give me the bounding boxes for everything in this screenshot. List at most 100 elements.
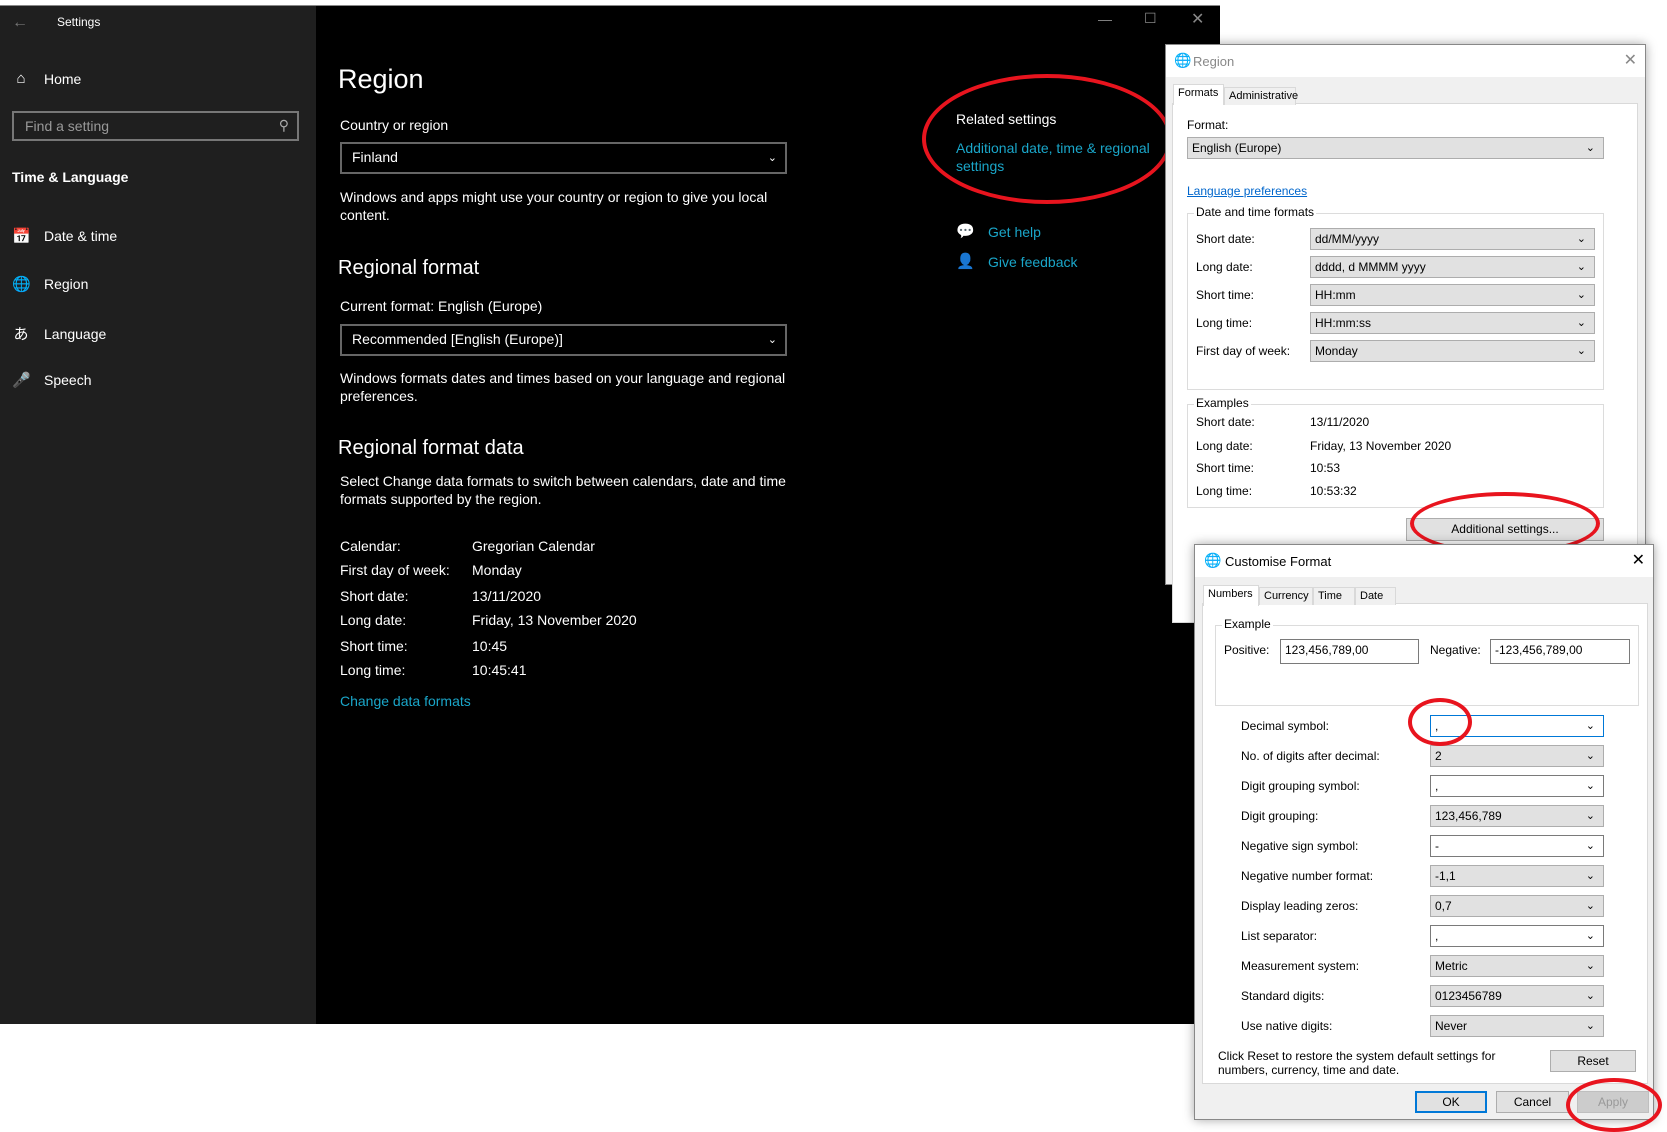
chevron-down-icon: ⌄ — [1585, 960, 1595, 972]
sidebar-item-date-time[interactable]: 📅 Date & time — [12, 227, 117, 245]
date-format-dropdown[interactable]: dddd, d MMMM yyyy ⌄ — [1310, 256, 1595, 278]
dropdown-value: Never — [1435, 1019, 1468, 1033]
sidebar-item-region[interactable]: 🌐 Region — [12, 275, 88, 293]
number-setting-dropdown[interactable]: -1,1 ⌄ — [1430, 865, 1604, 887]
number-setting-dropdown[interactable]: , ⌄ — [1430, 925, 1604, 947]
change-data-formats-link[interactable]: Change data formats — [340, 693, 471, 709]
dropdown-value: Monday — [1315, 344, 1358, 358]
date-format-dropdown[interactable]: dd/MM/yyyy ⌄ — [1310, 228, 1595, 250]
dropdown-value: 123,456,789 — [1435, 809, 1502, 823]
dropdown-value: HH:mm:ss — [1315, 316, 1371, 330]
number-setting-dropdown[interactable]: , ⌄ — [1430, 775, 1604, 797]
sidebar-item-speech[interactable]: 🎤 Speech — [12, 371, 91, 389]
group-label: Examples — [1194, 396, 1251, 410]
dropdown-value: 0,7 — [1435, 899, 1452, 913]
number-setting-dropdown[interactable]: - ⌄ — [1430, 835, 1604, 857]
date-format-label: Short date: — [1196, 232, 1255, 246]
number-setting-label: No. of digits after decimal: — [1241, 749, 1380, 763]
dropdown-value: 2 — [1435, 749, 1442, 763]
close-button[interactable]: ✕ — [1191, 9, 1204, 29]
example-label: Long time: — [1196, 484, 1253, 498]
microphone-icon: 🎤 — [12, 372, 31, 389]
dropdown-value: dd/MM/yyyy — [1315, 232, 1380, 246]
nav-label: Date & time — [44, 228, 118, 244]
sidebar-item-home[interactable]: ⌂ Home — [12, 70, 81, 87]
chevron-down-icon: ⌄ — [1585, 142, 1595, 154]
feedback-icon: 👤 — [956, 253, 975, 270]
date-format-label: Short time: — [1196, 288, 1255, 302]
chevron-down-icon: ⌄ — [1585, 870, 1595, 882]
minimize-button[interactable]: — — [1098, 11, 1112, 27]
chevron-down-icon: ⌄ — [767, 152, 777, 164]
number-setting-label: Use native digits: — [1241, 1019, 1333, 1033]
tab-formats[interactable]: Formats — [1173, 84, 1224, 105]
tab-numbers[interactable]: Numbers — [1203, 585, 1259, 606]
chevron-down-icon: ⌄ — [1576, 317, 1586, 329]
number-setting-label: Decimal symbol: — [1241, 719, 1330, 733]
number-setting-dropdown[interactable]: 123,456,789 ⌄ — [1430, 805, 1604, 827]
home-icon: ⌂ — [16, 70, 26, 87]
back-arrow-icon[interactable]: ← — [12, 14, 28, 32]
format-data-key: First day of week: — [340, 562, 450, 578]
chevron-down-icon: ⌄ — [1576, 261, 1586, 273]
tab-administrative[interactable]: Administrative — [1224, 87, 1298, 105]
reset-button[interactable]: Reset — [1550, 1050, 1636, 1072]
number-setting-dropdown[interactable]: 0123456789 ⌄ — [1430, 985, 1604, 1007]
country-label: Country or region — [340, 117, 449, 133]
number-setting-dropdown[interactable]: Metric ⌄ — [1430, 955, 1604, 977]
tab-date[interactable]: Date — [1355, 587, 1396, 605]
example-label: Short time: — [1196, 461, 1255, 475]
country-dropdown[interactable]: Finland ⌄ — [340, 142, 787, 174]
related-settings-heading: Related settings — [956, 111, 1057, 127]
additional-settings-button[interactable]: Additional settings... — [1406, 518, 1604, 541]
date-format-dropdown[interactable]: HH:mm ⌄ — [1310, 284, 1595, 306]
number-setting-dropdown[interactable]: , ⌄ — [1430, 715, 1604, 737]
number-setting-dropdown[interactable]: 0,7 ⌄ — [1430, 895, 1604, 917]
globe-icon: 🌐 — [1174, 52, 1192, 68]
help-icon: 💬 — [956, 223, 975, 240]
format-data-heading: Regional format data — [338, 437, 524, 459]
tab-time[interactable]: Time — [1313, 587, 1355, 605]
additional-settings-link[interactable]: Additional date, time & regional setting… — [956, 139, 1161, 175]
format-data-key: Short time: — [340, 638, 408, 654]
tab-currency[interactable]: Currency — [1259, 587, 1313, 605]
search-icon[interactable]: ⚲ — [279, 117, 289, 134]
number-setting-dropdown[interactable]: Never ⌄ — [1430, 1015, 1604, 1037]
number-setting-label: Negative number format: — [1241, 869, 1374, 883]
dialog-titlebar: 🌐 Customise Format ✕ — [1195, 545, 1653, 577]
regional-format-dropdown[interactable]: Recommended [English (Europe)] ⌄ — [340, 324, 787, 356]
example-value: 13/11/2020 — [1310, 415, 1370, 429]
close-button[interactable]: ✕ — [1632, 550, 1645, 570]
ok-button[interactable]: OK — [1415, 1091, 1487, 1113]
page-title: Region — [338, 64, 424, 94]
dialog-titlebar: 🌐 Region ✕ — [1166, 45, 1645, 77]
number-setting-dropdown[interactable]: 2 ⌄ — [1430, 745, 1604, 767]
sidebar-item-language[interactable]: あ Language — [12, 323, 106, 344]
maximize-button[interactable]: ☐ — [1144, 10, 1157, 27]
dropdown-value: 0123456789 — [1435, 989, 1502, 1003]
nav-label: Speech — [44, 372, 92, 388]
language-preferences-link[interactable]: Language preferences — [1187, 184, 1307, 198]
cancel-button[interactable]: Cancel — [1496, 1091, 1569, 1113]
chevron-down-icon: ⌄ — [1585, 990, 1595, 1002]
date-format-dropdown[interactable]: HH:mm:ss ⌄ — [1310, 312, 1595, 334]
format-value: English (Europe) — [1192, 141, 1282, 155]
search-placeholder: Find a setting — [25, 118, 110, 134]
close-button[interactable]: ✕ — [1624, 50, 1637, 70]
number-setting-label: List separator: — [1241, 929, 1318, 943]
reset-description: Click Reset to restore the system defaul… — [1218, 1049, 1496, 1077]
format-dropdown[interactable]: English (Europe) ⌄ — [1187, 137, 1604, 159]
apply-button[interactable]: Apply — [1577, 1091, 1649, 1113]
chevron-down-icon: ⌄ — [1585, 900, 1595, 912]
get-help-link[interactable]: Get help — [988, 224, 1041, 240]
regional-format-heading: Regional format — [338, 257, 480, 279]
chevron-down-icon: ⌄ — [1585, 840, 1595, 852]
date-format-dropdown[interactable]: Monday ⌄ — [1310, 340, 1595, 362]
dialog-title: Region — [1193, 54, 1235, 69]
give-feedback-link[interactable]: Give feedback — [988, 254, 1078, 270]
dropdown-value: , — [1435, 779, 1439, 793]
format-description: Windows formats dates and times based on… — [340, 370, 786, 404]
search-input[interactable]: Find a setting ⚲ — [12, 111, 299, 141]
number-setting-label: Digit grouping: — [1241, 809, 1319, 823]
format-data-value: Friday, 13 November 2020 — [472, 612, 637, 628]
